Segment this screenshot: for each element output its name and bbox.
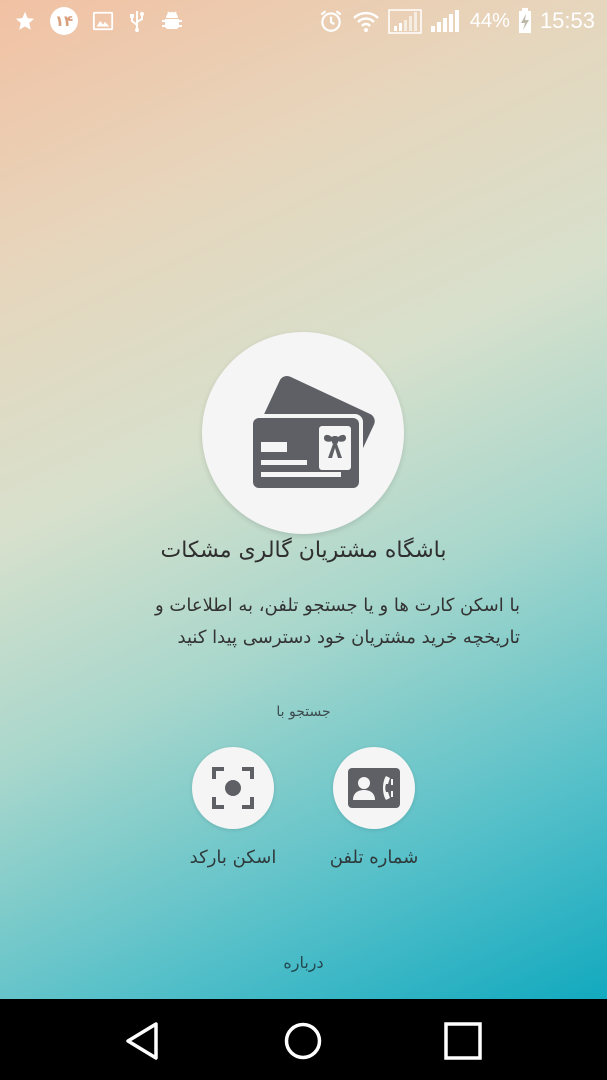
description-line: تاریخچه خرید مشتریان خود دسترسی پیدا کنی… — [177, 627, 520, 648]
barcode-scan-circle[interactable] — [192, 747, 274, 829]
barcode-scan-button[interactable]: اسکن بارکد — [153, 747, 313, 868]
about-link[interactable]: درباره — [0, 953, 607, 972]
signal-icon — [430, 8, 462, 34]
wifi-icon — [352, 9, 380, 33]
alarm-icon — [318, 8, 344, 34]
notification-badge: ۱۴ — [50, 7, 78, 35]
app-screen: ۱۴ 44% 15:53 باشگاه مشتریان گالری مشکات … — [0, 0, 607, 999]
status-bar-right: 44% 15:53 — [318, 6, 595, 36]
barcode-scan-label: اسکن بارکد — [189, 847, 277, 868]
navigation-bar — [0, 999, 607, 1080]
star-icon — [14, 10, 36, 32]
membership-cards-icon — [249, 376, 375, 492]
scan-icon — [212, 767, 254, 809]
battery-charging-icon — [518, 8, 532, 34]
usb-icon — [128, 9, 146, 33]
status-bar-left: ۱۴ — [14, 6, 184, 36]
signal-icon — [388, 8, 422, 34]
search-heading: جستجو با — [276, 704, 331, 720]
battery-percent: 44% — [469, 9, 510, 32]
clock: 15:53 — [539, 8, 595, 33]
phone-search-circle[interactable] — [333, 747, 415, 829]
phone-search-label: شماره تلفن — [329, 847, 419, 868]
contact-phone-icon — [348, 768, 400, 808]
description-line: با اسکن کارت ها و یا جستجو تلفن، به اطلا… — [154, 595, 520, 616]
back-icon[interactable] — [120, 1019, 164, 1063]
android-debug-icon — [160, 9, 184, 33]
image-icon — [92, 10, 114, 32]
page-title: باشگاه مشتریان گالری مشکات — [160, 538, 447, 563]
status-bar: ۱۴ 44% 15:53 — [0, 0, 607, 42]
page-description: با اسکن کارت ها و یا جستجو تلفن، به اطلا… — [90, 590, 520, 654]
hero-logo — [202, 332, 404, 534]
recents-icon[interactable] — [441, 1019, 485, 1063]
phone-search-button[interactable]: شماره تلفن — [294, 747, 454, 868]
home-icon[interactable] — [281, 1019, 325, 1063]
